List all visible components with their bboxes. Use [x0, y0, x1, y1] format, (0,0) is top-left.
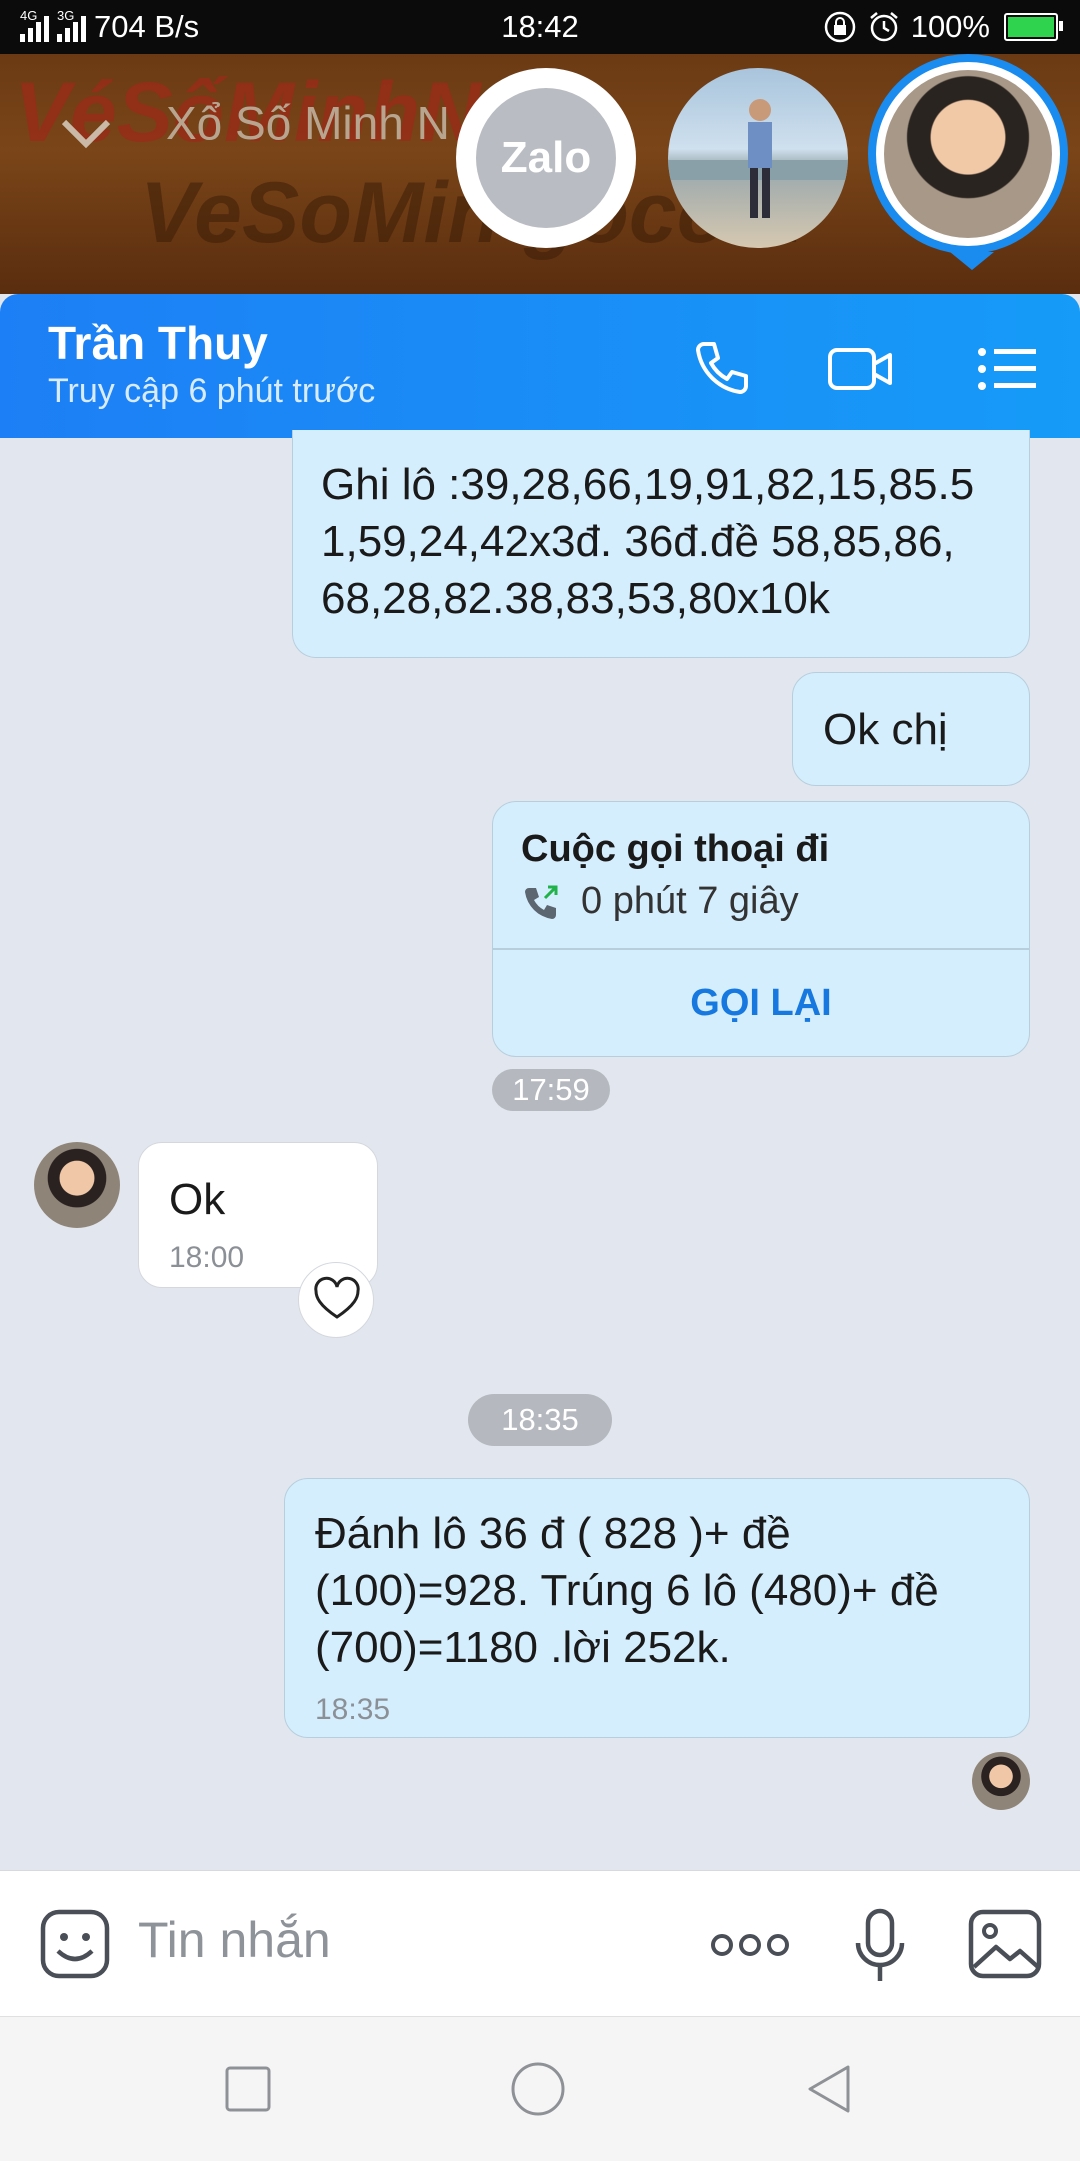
timestamp-pill: 17:59	[492, 1069, 610, 1111]
zalo-chat-head[interactable]: Zalo	[456, 68, 636, 248]
phone-icon[interactable]	[686, 334, 756, 404]
chat-head-avatar-active[interactable]	[868, 54, 1068, 254]
contact-name[interactable]: Trần Thuy	[48, 316, 268, 370]
message-time: 18:35	[315, 1693, 391, 1726]
system-nav-bar	[0, 2016, 1080, 2161]
chat-header: Trần Thuy Truy cập 6 phút trước	[0, 294, 1080, 438]
message-time: 18:00	[169, 1241, 245, 1274]
chat-head-avatar-man[interactable]	[668, 68, 848, 248]
video-call-icon[interactable]	[826, 334, 896, 404]
message-text-line: Đánh lô 36 đ ( 828 )+ đề	[315, 1509, 791, 1558]
outgoing-call-icon	[525, 885, 558, 919]
sticker-icon[interactable]	[38, 1907, 114, 1983]
recent-apps-button[interactable]	[224, 2065, 272, 2113]
call-card: Cuộc gọi thoại đi 0 phút 7 giây GỌI LẠI	[492, 801, 1030, 1057]
message-text-line: (100)=928. Trúng 6 lô (480)+ đề	[315, 1566, 939, 1615]
message-text-line: (700)=1180 .lời 252k.	[315, 1623, 731, 1672]
active-pointer	[950, 252, 994, 270]
background-banner: VéSốMinhNg VeSoMin gocom Xổ Số Minh N Za…	[0, 54, 1080, 294]
message-input[interactable]: Tin nhắn	[138, 1911, 331, 1969]
call-title: Cuộc gọi thoại đi	[521, 828, 830, 870]
more-icon[interactable]	[708, 1917, 792, 1973]
message-text: Ok chị	[823, 705, 948, 754]
timestamp-pill: 18:35	[468, 1394, 612, 1446]
microphone-icon[interactable]	[852, 1907, 908, 1987]
seen-avatar	[972, 1752, 1030, 1810]
message-text-line: Ghi lô :39,28,66,19,91,82,15,85.5	[321, 460, 975, 509]
lock-rotation-icon	[824, 11, 855, 43]
message-text-line: 68,28,82.38,83,53,80x10k	[321, 574, 830, 623]
battery-percent: 100%	[910, 9, 990, 44]
battery-icon	[1004, 13, 1063, 41]
home-button[interactable]	[510, 2061, 566, 2117]
message-bubble-outgoing[interactable]: Ghi lô :39,28,66,19,91,82,15,85.5 1,59,2…	[292, 430, 1030, 658]
divider	[493, 948, 1029, 950]
contact-status: Truy cập 6 phút trước	[48, 372, 376, 410]
banner-title: Xổ Số Minh N	[166, 97, 450, 149]
chevron-down-icon[interactable]	[56, 104, 116, 164]
call-duration: 0 phút 7 giây	[581, 880, 799, 922]
call-back-button[interactable]: GỌI LẠI	[493, 982, 1029, 1025]
status-bar: 4G 3G 704 B/s 18:42 100%	[0, 0, 1080, 54]
like-button[interactable]	[298, 1262, 374, 1338]
alarm-icon	[869, 12, 898, 42]
message-input-bar: Tin nhắn	[0, 1870, 1080, 2017]
avatar	[884, 70, 1052, 238]
image-icon[interactable]	[966, 1907, 1046, 1983]
zalo-logo: Zalo	[476, 88, 616, 228]
message-text: Ok	[169, 1175, 226, 1224]
menu-list-icon[interactable]	[972, 334, 1042, 404]
message-text-line: 1,59,24,42x3đ. 36đ.đề 58,85,86,	[321, 517, 955, 566]
message-bubble-outgoing[interactable]: Ok chị	[792, 672, 1030, 786]
message-bubble-outgoing[interactable]: Đánh lô 36 đ ( 828 )+ đề (100)=928. Trún…	[284, 1478, 1030, 1738]
heart-icon	[314, 1276, 360, 1319]
back-button[interactable]	[804, 2063, 856, 2115]
avatar[interactable]	[34, 1142, 120, 1228]
